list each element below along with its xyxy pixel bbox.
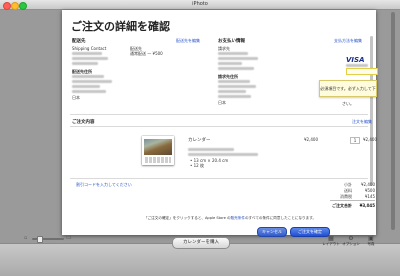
options-tool[interactable]: ⚙ オプション (342, 235, 360, 247)
redacted-text (218, 67, 254, 70)
promo-code-link[interactable]: 割引コードを入力してください (76, 182, 132, 188)
edit-order-link[interactable]: 注文を編集 (352, 119, 372, 125)
layout-label: レイアウト (322, 242, 340, 246)
redacted-text (346, 64, 368, 67)
redacted-text (218, 80, 250, 83)
sheet-heading: ご注文の詳細を確認 (71, 20, 170, 33)
redacted-text (188, 153, 258, 156)
shipping-country: 日本 (72, 95, 80, 100)
visa-card-logo: VISA (346, 56, 365, 64)
subtotal-value: ¥2,400 (361, 182, 375, 187)
edit-payment-link[interactable]: 支払方法を編集 (334, 38, 362, 44)
zoom-out-icon[interactable]: ▫ (24, 235, 27, 241)
terms-suffix: のすべての条件に同意したことになります。 (244, 216, 317, 220)
terms-of-sale-link[interactable]: 販売条件 (231, 216, 245, 220)
redacted-text (72, 52, 102, 55)
photos-tool[interactable]: ▣ 写真 (362, 235, 380, 247)
photos-icon: ▣ (368, 235, 374, 242)
required-field-tooltip: 必須項目です。必ず入力して下さい。 (319, 80, 377, 106)
shipping-section-title: 配送先 (72, 39, 86, 44)
redacted-text (218, 57, 258, 60)
layout-icon: ▦ (328, 235, 334, 242)
iphoto-window: iPhoto ご注文の詳細を確認 配送先 配送先を編集 Shipping Con… (0, 0, 400, 276)
edit-shipping-link[interactable]: 配送先を編集 (176, 38, 200, 44)
options-label: オプション (342, 242, 360, 246)
calendar-grid (145, 157, 171, 163)
redacted-text (72, 75, 104, 78)
calendar-thumbnail (142, 136, 174, 165)
zoom-slider-knob[interactable] (37, 236, 43, 243)
redacted-text (218, 62, 242, 65)
quantity-field[interactable]: 1 (350, 137, 360, 144)
item-spec-pages: • 12 枚 (190, 163, 205, 168)
zoom-in-icon[interactable]: ▭ (66, 234, 72, 241)
redacted-text (218, 90, 246, 93)
window-title: iPhoto (192, 1, 208, 7)
redacted-text (72, 62, 98, 65)
shipping-method: 通常配送 — ¥500 (130, 51, 163, 56)
redacted-text (218, 95, 251, 98)
order-total-value: ¥3,045 (359, 203, 375, 208)
section-divider (70, 178, 368, 179)
sheet-scrollbar[interactable] (370, 36, 373, 186)
unit-price: ¥2,400 (304, 137, 318, 142)
tax-value: ¥145 (364, 194, 375, 199)
redacted-text (72, 57, 108, 60)
card-security-code-field[interactable] (346, 68, 378, 75)
redacted-text (72, 80, 112, 83)
item-spec-pages-text: 12 枚 (193, 163, 205, 168)
redacted-text (218, 85, 256, 88)
cancel-button[interactable]: キャンセル (257, 227, 287, 237)
totals-divider (330, 200, 375, 201)
terms-notice: 「ご注文の確定」をクリックすると、Apple Store の販売条件のすべての条… (144, 216, 316, 221)
order-item-name: カレンダー (188, 138, 211, 143)
redacted-text (72, 85, 100, 88)
line-total: ¥2,400 (363, 137, 377, 142)
calendar-photo (144, 139, 172, 155)
redacted-text (72, 90, 106, 93)
payment-section-title: お支払い情報 (218, 39, 245, 44)
redacted-text (188, 148, 234, 151)
billing-country: 日本 (218, 100, 226, 105)
section-divider (70, 114, 368, 115)
redacted-text (218, 52, 248, 55)
layout-tool[interactable]: ▦ レイアウト (322, 235, 340, 247)
title-bar: iPhoto (0, 0, 400, 10)
order-review-sheet: ご注文の詳細を確認 配送先 配送先を編集 Shipping Contact 配送… (62, 10, 378, 237)
section-divider (70, 126, 368, 127)
order-section-title: ご注文内容 (72, 120, 95, 125)
terms-prefix: 「ご注文の確定」をクリックすると、Apple Store の (144, 216, 231, 220)
shipping-fee-value: ¥500 (364, 188, 375, 193)
options-icon: ⚙ (348, 235, 354, 242)
background-scrollbar[interactable] (391, 12, 395, 230)
order-total-label: ご注文合計 (332, 203, 352, 208)
buy-calendar-button[interactable]: カレンダーを購入 (172, 237, 230, 249)
shipping-contact-label: Shipping Contact (72, 46, 107, 51)
photos-label: 写真 (367, 242, 375, 246)
